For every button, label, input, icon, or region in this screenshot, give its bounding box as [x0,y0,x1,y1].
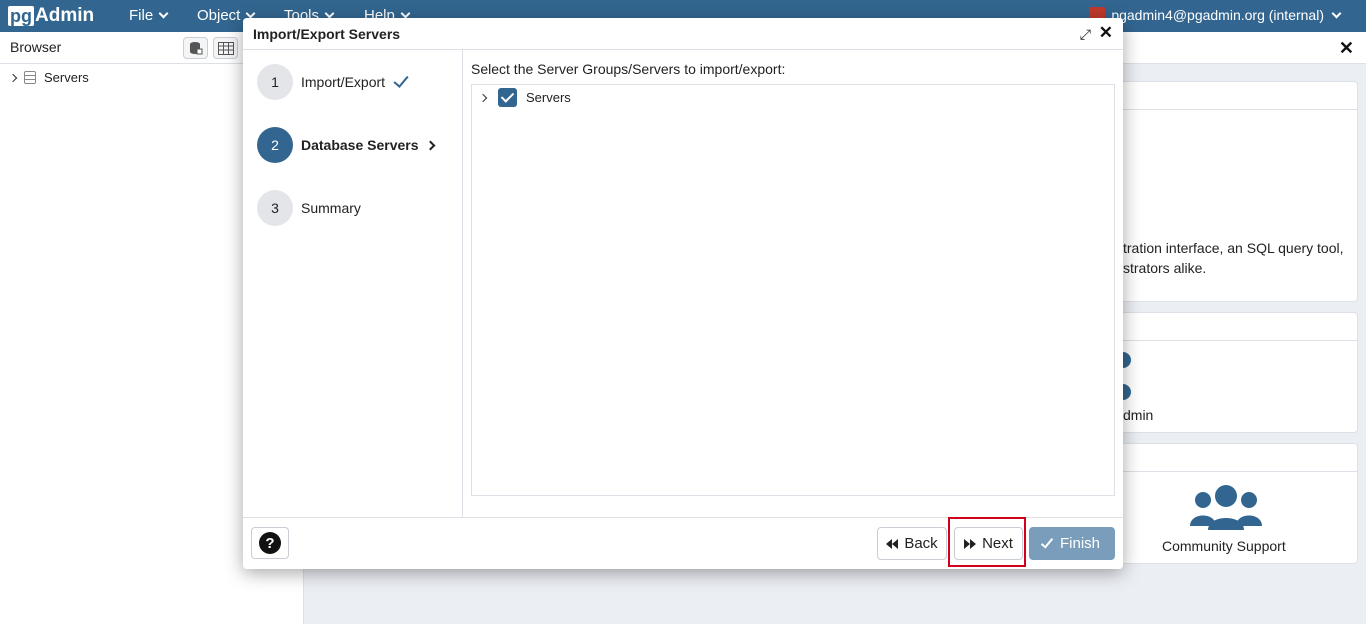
step-summary[interactable]: 3 Summary [257,190,361,226]
step-label: Summary [301,200,361,216]
question-icon: ? [259,532,281,554]
pgadmin-logo: pg Admin [8,5,94,27]
help-button[interactable]: ? [251,527,289,559]
query-tool-button[interactable] [183,37,208,59]
chevron-right-icon [425,140,435,150]
selection-instructions: Select the Server Groups/Servers to impo… [471,61,786,77]
browser-title: Browser [10,39,62,55]
welcome-text-line1: tration interface, an SQL query tool, [1123,240,1344,256]
menu-file[interactable]: File [129,7,169,24]
welcome-text-line2: strators alike. [1123,260,1207,276]
step-number: 3 [257,190,293,226]
users-icon [1190,485,1262,530]
expand-icon[interactable]: ⤢ [1080,26,1091,43]
menu-file-label: File [129,7,154,24]
logo-admin: Admin [35,5,95,26]
configure-text[interactable]: dmin [1123,407,1153,423]
chevron-down-icon [245,8,256,19]
step-number: 2 [257,127,293,163]
user-label: pgadmin4@pgadmin.org (internal) [1111,7,1324,23]
finish-button[interactable]: Finish [1029,527,1115,560]
back-button[interactable]: Back [877,527,947,560]
check-icon [1040,534,1054,549]
chevron-down-icon [158,8,169,19]
chevron-right-icon[interactable] [8,73,18,82]
logo-pg: pg [8,6,34,26]
tree-item-label: Servers [526,90,571,105]
import-export-dialog: Import/Export Servers ⤢ ✕ 1 Import/Expor… [243,18,1123,569]
step-number: 1 [257,64,293,100]
servers-checkbox[interactable] [498,88,517,107]
wizard-content: Select the Server Groups/Servers to impo… [463,50,1123,517]
step-database-servers[interactable]: 2 Database Servers [257,127,435,163]
menu-object-label: Object [197,7,241,24]
user-menu[interactable]: pgadmin4@pgadmin.org (internal) [1089,7,1342,23]
view-data-button[interactable] [213,37,238,59]
step-import-export[interactable]: 1 Import/Export [257,64,409,100]
configure-card-header [1091,313,1357,341]
dialog-header: Import/Export Servers ⤢ ✕ [243,18,1123,50]
step-label: Import/Export [301,74,386,90]
database-icon [189,42,202,55]
chevron-down-icon [1331,8,1342,18]
server-selection-tree: Servers [471,84,1115,496]
tree-item-servers[interactable]: Servers [478,88,571,107]
check-icon [393,72,409,88]
wizard-steps: 1 Import/Export 2 Database Servers 3 Sum… [243,50,463,517]
dashboard-close-icon[interactable]: ✕ [1339,38,1354,59]
step-label: Database Servers [301,137,419,153]
browser-tree-servers[interactable]: Servers [8,70,89,85]
close-icon[interactable]: ✕ [1099,23,1113,43]
chevron-down-icon [324,8,335,19]
chevron-down-icon [400,8,411,19]
chevron-right-icon[interactable] [478,93,488,102]
back-label: Back [904,535,938,552]
dialog-title: Import/Export Servers [253,26,401,42]
finish-label: Finish [1059,535,1100,552]
welcome-card-header [1091,82,1357,110]
next-button-highlight [948,517,1026,567]
rewind-icon [886,538,899,549]
community-card-header [1091,444,1357,472]
browser-tree-servers-label: Servers [44,70,89,85]
servers-icon [24,71,36,84]
table-icon [217,41,234,55]
community-support-link[interactable]: Community Support [1162,538,1286,554]
